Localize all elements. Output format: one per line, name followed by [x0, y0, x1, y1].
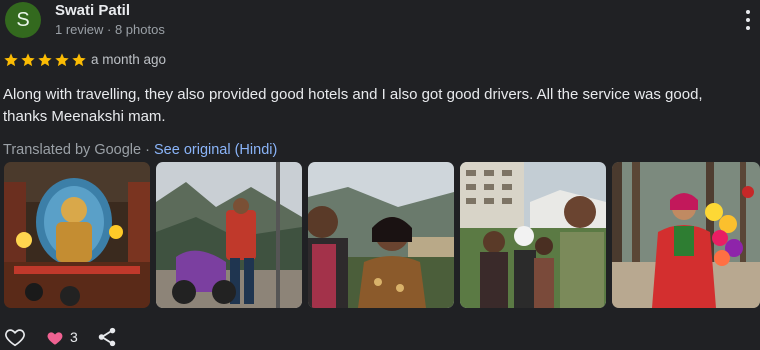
star-icon [55, 53, 69, 67]
translation-note: Translated by Google · See original (Hin… [3, 142, 277, 158]
star-icon [72, 53, 86, 67]
avatar[interactable]: S [5, 2, 41, 38]
reviewer-name[interactable]: Swati Patil [55, 2, 130, 19]
reactions-count: 3 [70, 329, 78, 345]
heart-outline-icon[interactable] [4, 326, 26, 348]
photo-family-hotel[interactable] [460, 162, 606, 308]
review-text: Along with travelling, they also provide… [3, 84, 760, 128]
separator: · [141, 142, 154, 158]
star-icon [38, 53, 52, 67]
photo-scooter-mountains[interactable] [156, 162, 302, 308]
reviewer-meta: 1 review · 8 photos [55, 22, 165, 37]
star-rating [3, 52, 87, 68]
review-actions: 3 [4, 326, 204, 350]
more-vertical-icon[interactable] [742, 8, 754, 32]
photo-temple[interactable] [4, 162, 150, 308]
star-icon [21, 53, 35, 67]
star-icon [4, 53, 18, 67]
photo-strip [4, 162, 760, 308]
translated-label: Translated by Google [3, 142, 142, 158]
photo-woman-flowers[interactable] [612, 162, 760, 308]
share-icon[interactable] [96, 326, 118, 348]
heart-filled-icon[interactable] [46, 329, 64, 347]
review-line: Along with travelling, they also provide… [3, 86, 703, 103]
avatar-letter: S [16, 8, 30, 31]
review-time: a month ago [91, 52, 167, 67]
review-line: thanks Meenakshi mam. [3, 108, 166, 125]
photo-couple-selfie[interactable] [308, 162, 454, 308]
see-original-link[interactable]: See original (Hindi) [154, 142, 277, 158]
